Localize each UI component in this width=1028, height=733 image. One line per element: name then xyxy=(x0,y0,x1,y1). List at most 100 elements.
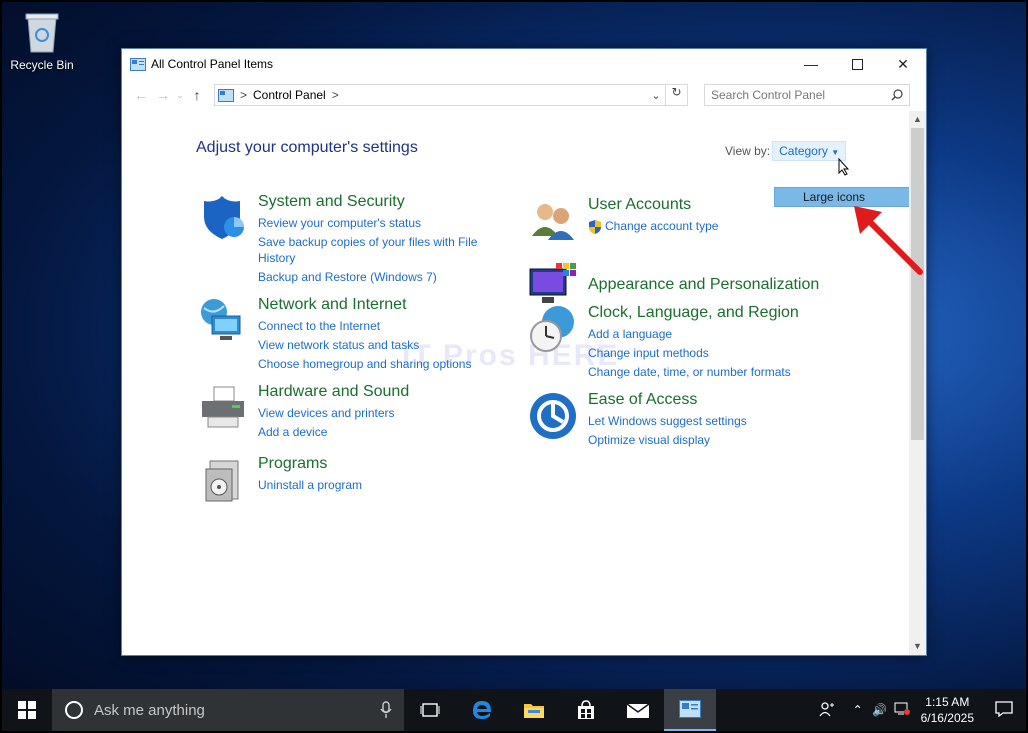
up-button[interactable]: ↑ xyxy=(186,84,208,106)
search-input[interactable]: Search Control Panel xyxy=(711,88,891,102)
link-homegroup[interactable]: Choose homegroup and sharing options xyxy=(258,355,471,374)
category-network-internet: Network and Internet Connect to the Inte… xyxy=(198,296,471,374)
link-add-device[interactable]: Add a device xyxy=(258,423,409,442)
volume-icon[interactable]: 🔊 xyxy=(869,703,891,717)
maximize-icon xyxy=(851,58,863,70)
cortana-search-box[interactable]: Ask me anything xyxy=(52,689,404,731)
recycle-bin-icon xyxy=(22,10,62,54)
action-center-icon[interactable] xyxy=(982,700,1026,720)
vertical-scrollbar[interactable]: ▲ ▼ xyxy=(909,111,926,655)
link-optimize-display[interactable]: Optimize visual display xyxy=(588,431,747,450)
show-hidden-icons-chevron-up-icon[interactable]: ⌃ xyxy=(847,703,869,717)
printer-icon xyxy=(202,386,244,428)
users-icon xyxy=(532,204,574,240)
title-bar[interactable]: All Control Panel Items — ✕ xyxy=(122,49,926,79)
mail-icon xyxy=(626,703,650,718)
control-panel-address-icon xyxy=(218,88,234,102)
network-icon xyxy=(201,299,241,340)
microphone-icon[interactable] xyxy=(380,701,392,719)
scroll-up-icon[interactable]: ▲ xyxy=(909,111,926,128)
caret-down-icon: ▼ xyxy=(831,148,840,157)
link-connect-internet[interactable]: Connect to the Internet xyxy=(258,317,471,336)
minimize-icon: — xyxy=(804,56,818,72)
link-windows-suggest[interactable]: Let Windows suggest settings xyxy=(588,412,747,431)
shield-icon xyxy=(204,196,244,239)
category-hardware-sound: Hardware and Sound View devices and prin… xyxy=(198,383,409,442)
breadcrumb-separator: > xyxy=(240,88,248,102)
clock[interactable]: 1:15 AM 6/16/2025 xyxy=(921,694,974,726)
category-programs: Programs Uninstall a program xyxy=(198,455,362,505)
minimize-button[interactable]: — xyxy=(788,49,834,79)
category-title[interactable]: System and Security xyxy=(258,193,477,211)
category-title[interactable]: User Accounts xyxy=(588,196,718,214)
back-arrow-icon: ← xyxy=(134,87,148,103)
red-arrow-icon xyxy=(854,206,923,275)
maximize-button[interactable] xyxy=(834,49,880,79)
link-devices-printers[interactable]: View devices and printers xyxy=(258,404,409,423)
store-taskbar-button[interactable] xyxy=(560,689,612,731)
forward-button[interactable]: → xyxy=(152,84,174,106)
clock-time: 1:15 AM xyxy=(925,695,970,709)
breadcrumb-separator[interactable]: > xyxy=(332,88,339,102)
link-input-methods[interactable]: Change input methods xyxy=(588,344,799,363)
link-network-status[interactable]: View network status and tasks xyxy=(258,336,471,355)
link-review-status[interactable]: Review your computer's status xyxy=(258,214,477,233)
search-icon xyxy=(891,89,903,101)
search-box[interactable]: Search Control Panel xyxy=(704,84,910,106)
link-date-time-formats[interactable]: Change date, time, or number formats xyxy=(588,363,799,382)
edge-taskbar-button[interactable] xyxy=(456,689,508,731)
file-explorer-taskbar-button[interactable] xyxy=(508,689,560,731)
mail-taskbar-button[interactable] xyxy=(612,689,664,731)
ease-of-access-icon xyxy=(530,393,576,439)
network-status-icon[interactable] xyxy=(891,702,913,719)
store-icon xyxy=(578,700,594,719)
task-view-button[interactable] xyxy=(404,689,456,731)
cortana-search-input[interactable]: Ask me anything xyxy=(94,702,380,719)
category-title[interactable]: Clock, Language, and Region xyxy=(588,304,799,322)
page-title: Adjust your computer's settings xyxy=(196,139,418,156)
control-panel-icon xyxy=(130,57,146,71)
breadcrumb-control-panel[interactable]: Control Panel xyxy=(253,88,326,102)
view-by-dropdown[interactable]: Category ▼ xyxy=(772,141,847,161)
category-system-security: System and Security Review your computer… xyxy=(198,193,477,287)
up-arrow-icon: ↑ xyxy=(193,87,201,103)
category-title[interactable]: Network and Internet xyxy=(258,296,471,314)
window-title: All Control Panel Items xyxy=(151,57,274,71)
link-save-backup-history[interactable]: History xyxy=(258,249,477,268)
link-add-language[interactable]: Add a language xyxy=(588,325,799,344)
refresh-icon: ↻ xyxy=(671,85,682,99)
view-by: View by: Category ▼ xyxy=(725,141,847,161)
category-ease-of-access: Ease of Access Let Windows suggest setti… xyxy=(528,391,747,450)
link-change-account-type[interactable]: Change account type xyxy=(588,217,718,236)
category-title[interactable]: Hardware and Sound xyxy=(258,383,409,401)
task-view-icon xyxy=(420,703,440,717)
view-by-value: Category xyxy=(779,144,828,158)
address-bar[interactable]: > Control Panel > ⌄ ↻ xyxy=(214,84,688,106)
refresh-button[interactable]: ↻ xyxy=(665,85,687,105)
recycle-bin-label: Recycle Bin xyxy=(10,58,74,72)
people-icon[interactable] xyxy=(807,701,847,720)
category-title[interactable]: Programs xyxy=(258,455,362,473)
recycle-bin-desktop-icon[interactable]: Recycle Bin xyxy=(8,10,76,72)
category-title[interactable]: Ease of Access xyxy=(588,391,747,409)
link-backup-restore[interactable]: Backup and Restore (Windows 7) xyxy=(258,268,477,287)
scroll-down-icon[interactable]: ▼ xyxy=(909,638,926,655)
scroll-thumb[interactable] xyxy=(911,128,924,440)
category-user-accounts: User Accounts Change account type xyxy=(528,196,718,246)
clock-date: 6/16/2025 xyxy=(920,711,974,725)
content-area: Adjust your computer's settings View by:… xyxy=(122,111,910,655)
back-button[interactable]: ← xyxy=(130,84,152,106)
control-panel-taskbar-button[interactable] xyxy=(664,689,716,731)
system-tray: ⌃ 🔊 1:15 AM 6/16/2025 xyxy=(807,689,1026,731)
link-uninstall-program[interactable]: Uninstall a program xyxy=(258,476,362,495)
windows-logo-icon xyxy=(18,701,36,719)
control-panel-taskbar-icon xyxy=(679,700,701,718)
address-dropdown-icon[interactable]: ⌄ xyxy=(647,89,665,102)
close-button[interactable]: ✕ xyxy=(880,49,926,79)
start-button[interactable] xyxy=(2,689,52,731)
category-title[interactable]: Appearance and Personalization xyxy=(588,276,819,294)
recent-locations-button[interactable]: ⌄ xyxy=(174,84,186,106)
forward-arrow-icon: → xyxy=(156,87,170,103)
edge-icon xyxy=(473,701,491,719)
chevron-down-icon: ⌄ xyxy=(176,89,184,100)
